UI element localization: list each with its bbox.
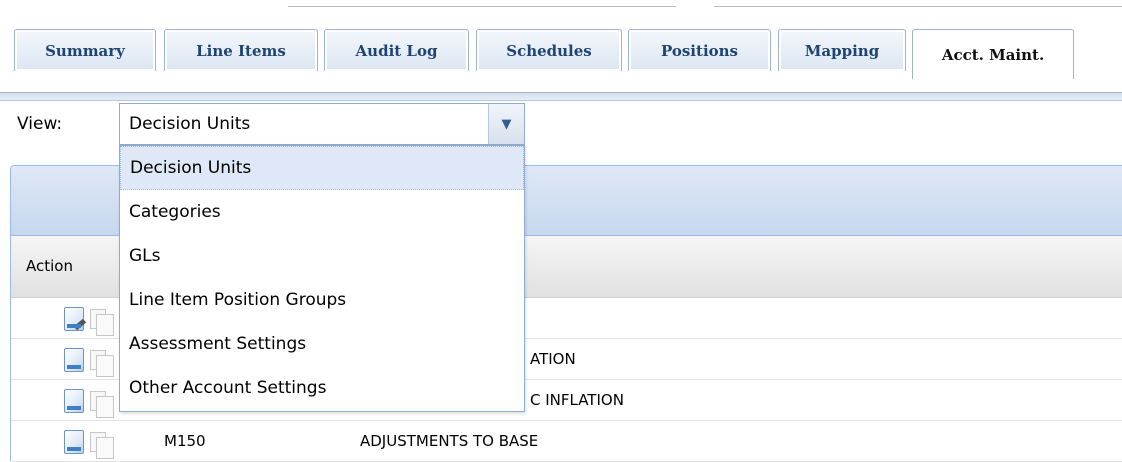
row-description: ADJUSTMENTS TO BASE <box>360 432 539 450</box>
tab-positions[interactable]: Positions <box>628 29 771 71</box>
view-select-value: Decision Units <box>129 114 251 134</box>
copy-icon[interactable] <box>90 432 114 459</box>
tab-line-items[interactable]: Line Items <box>164 29 318 71</box>
row-description: C INFLATION <box>530 391 624 409</box>
top-divider-left <box>288 6 676 7</box>
row-code: M150 <box>164 432 206 450</box>
option-other-account-settings[interactable]: Other Account Settings <box>120 366 524 410</box>
document-icon[interactable] <box>64 389 84 413</box>
copy-icon[interactable] <box>90 309 114 336</box>
edit-document-icon[interactable] <box>64 307 87 331</box>
chevron-down-icon[interactable]: ▼ <box>488 104 524 144</box>
row-actions <box>64 348 124 377</box>
option-categories[interactable]: Categories <box>120 190 524 234</box>
tab-acct-maint[interactable]: Acct. Maint. <box>912 29 1074 79</box>
option-gls[interactable]: GLs <box>120 234 524 278</box>
tab-schedules[interactable]: Schedules <box>476 29 622 71</box>
copy-icon[interactable] <box>90 391 114 418</box>
view-select[interactable]: Decision Units ▼ <box>119 103 525 145</box>
copy-icon[interactable] <box>90 350 114 377</box>
tab-summary[interactable]: Summary <box>14 29 156 71</box>
column-action-header: Action <box>26 257 73 275</box>
option-decision-units[interactable]: Decision Units <box>120 146 524 190</box>
top-divider-right <box>714 6 1122 7</box>
option-assessment-settings[interactable]: Assessment Settings <box>120 322 524 366</box>
row-actions <box>64 307 124 336</box>
tab-bar: Summary Line Items Audit Log Schedules P… <box>0 21 1122 101</box>
view-dropdown-list: Decision Units Categories GLs Line Item … <box>119 145 525 412</box>
option-line-item-position-groups[interactable]: Line Item Position Groups <box>120 278 524 322</box>
document-icon[interactable] <box>64 348 84 372</box>
tab-strip-rule <box>0 92 1122 100</box>
view-label: View: <box>17 114 63 134</box>
tab-audit-log[interactable]: Audit Log <box>324 29 469 71</box>
row-actions <box>64 389 124 418</box>
row-description: ATION <box>530 350 576 368</box>
document-icon[interactable] <box>64 430 84 454</box>
row-actions <box>64 430 124 459</box>
table-row: M150 ADJUSTMENTS TO BASE <box>11 422 1122 462</box>
tab-mapping[interactable]: Mapping <box>778 29 906 71</box>
